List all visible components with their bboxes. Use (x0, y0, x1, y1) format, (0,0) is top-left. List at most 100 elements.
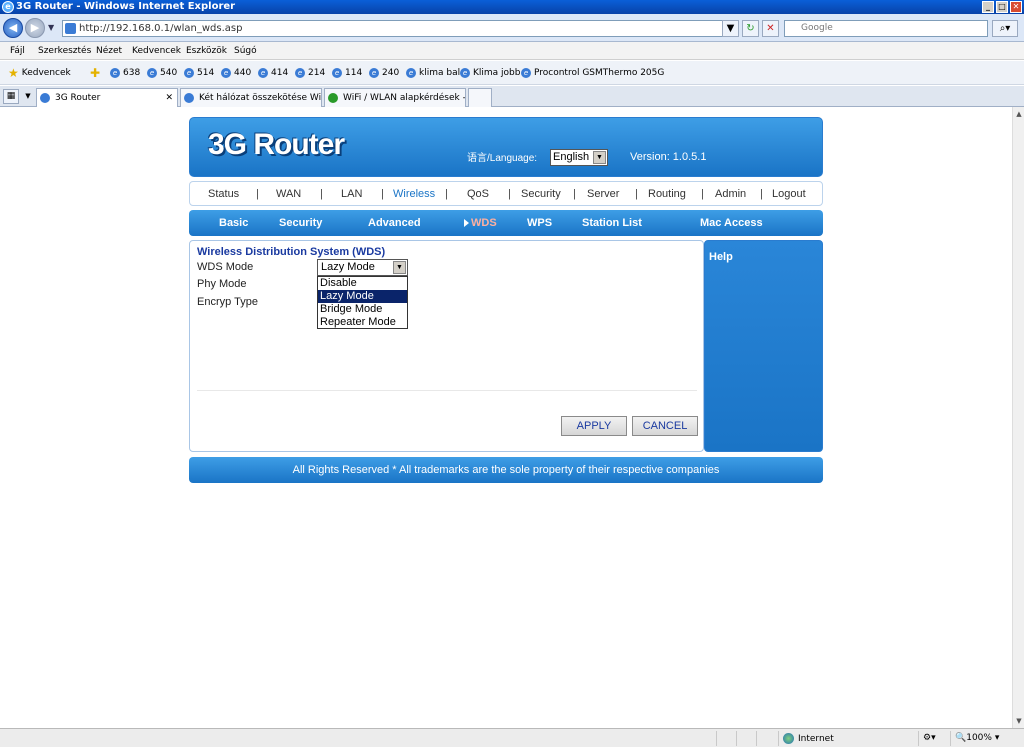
favorite-link[interactable]: e 114 (332, 61, 362, 85)
wireless-subnav: Basic Security Advanced WDS WPS Station … (189, 210, 823, 236)
router-logo: 3G Router (208, 128, 345, 161)
nav-wan[interactable]: WAN (276, 188, 301, 200)
address-input[interactable]: http://192.168.0.1/wlan_wds.asp (62, 20, 736, 37)
subnav-station-list[interactable]: Station List (582, 217, 642, 229)
subnav-wps[interactable]: WPS (527, 217, 552, 229)
quick-tabs-icon[interactable]: ▦ (3, 89, 19, 104)
subnav-wds[interactable]: WDS (471, 217, 497, 229)
zoom-control[interactable]: 🔍100% ▾ (950, 731, 1010, 746)
address-toolbar: ◀ ▶ ▼ http://192.168.0.1/wlan_wds.asp ▼ … (0, 14, 1024, 42)
favorite-link[interactable]: e Klima jobb (460, 61, 520, 85)
main-nav: Status | WAN | LAN | Wireless | QoS | Se… (189, 181, 823, 206)
favorite-link[interactable]: e 214 (295, 61, 325, 85)
nav-lan[interactable]: LAN (341, 188, 362, 200)
ie-page-icon (40, 93, 50, 103)
ie-page-icon: e (147, 68, 157, 78)
tab-3g-router[interactable]: 3G Router ✕ (36, 88, 178, 107)
ie-page-icon: e (221, 68, 231, 78)
status-bar: Internet ⚙▾ 🔍100% ▾ (0, 728, 1024, 747)
wds-form-panel: Wireless Distribution System (WDS) WDS M… (189, 240, 704, 452)
tab-bar: ▦ ▼ 3G Router ✕ Két hálózat összekötése W… (0, 86, 1024, 107)
zone-indicator[interactable]: Internet (778, 731, 834, 746)
favorite-link[interactable]: e 638 (110, 61, 140, 85)
favorite-link[interactable]: e 240 (369, 61, 399, 85)
ie-page-icon: e (406, 68, 416, 78)
nav-routing[interactable]: Routing (648, 188, 686, 200)
wds-mode-select[interactable]: Lazy Mode ▼ (317, 259, 408, 276)
language-label: 语言/Language: (467, 153, 538, 164)
wds-mode-label: WDS Mode (197, 261, 254, 273)
menu-file[interactable]: Fájl (10, 42, 25, 60)
subnav-security[interactable]: Security (279, 217, 322, 229)
menu-favorites[interactable]: Kedvencek (132, 42, 181, 60)
globe-icon (783, 733, 794, 744)
menu-edit[interactable]: Szerkesztés (38, 42, 91, 60)
address-dropdown-icon[interactable]: ▼ (722, 20, 739, 37)
favorite-link[interactable]: e 414 (258, 61, 288, 85)
tab-wifi-basics[interactable]: WiFi / WLAN alapkérdések - ... (324, 88, 466, 107)
ie-page-icon: e (460, 68, 470, 78)
add-favorite-icon[interactable]: ✚ (90, 61, 100, 85)
favorite-link[interactable]: e 514 (184, 61, 214, 85)
minimize-button[interactable]: _ (982, 1, 994, 13)
tab-list-icon[interactable]: ▼ (22, 89, 34, 104)
help-panel: Help (704, 240, 823, 452)
apply-button[interactable]: APPLY (561, 416, 627, 436)
ie-page-icon: e (521, 68, 531, 78)
subnav-basic[interactable]: Basic (219, 217, 248, 229)
new-tab-button[interactable] (468, 88, 492, 107)
stop-icon[interactable]: ✕ (762, 20, 779, 37)
wds-option-repeater-mode[interactable]: Repeater Mode (318, 316, 407, 329)
nav-admin[interactable]: Admin (715, 188, 746, 200)
favorite-link[interactable]: e Procontrol GSMThermo 205G (521, 61, 664, 85)
divider (197, 390, 697, 391)
close-button[interactable]: ✕ (1010, 1, 1022, 13)
menu-view[interactable]: Nézet (96, 42, 122, 60)
help-title: Help (709, 251, 733, 263)
subnav-advanced[interactable]: Advanced (368, 217, 421, 229)
scroll-down-icon[interactable]: ▼ (1014, 716, 1024, 726)
nav-server[interactable]: Server (587, 188, 619, 200)
ie-page-icon: e (110, 68, 120, 78)
nav-logout[interactable]: Logout (772, 188, 806, 200)
wds-option-lazy-mode[interactable]: Lazy Mode (318, 290, 407, 303)
phy-mode-label: Phy Mode (197, 278, 247, 290)
back-button[interactable]: ◀ (3, 18, 23, 38)
menu-tools[interactable]: Eszközök (186, 42, 227, 60)
chevron-down-icon: ▼ (393, 261, 406, 274)
maximize-button[interactable]: □ (996, 1, 1008, 13)
menu-help[interactable]: Súgó (234, 42, 257, 60)
nav-security[interactable]: Security (521, 188, 561, 200)
forward-button[interactable]: ▶ (25, 18, 45, 38)
firmware-version: Version: 1.0.5.1 (630, 151, 707, 163)
refresh-icon[interactable]: ↻ (742, 20, 759, 37)
menu-bar: Fájl Szerkesztés Nézet Kedvencek Eszközö… (0, 42, 1024, 60)
zoom-icon: 🔍 (955, 733, 967, 743)
wds-option-bridge-mode[interactable]: Bridge Mode (318, 303, 407, 316)
language-select[interactable]: English ▼ (550, 149, 608, 166)
star-icon: ★ (8, 66, 19, 80)
scroll-up-icon[interactable]: ▲ (1014, 109, 1024, 119)
ie-page-icon: e (369, 68, 379, 78)
subnav-mac-access[interactable]: Mac Access (700, 217, 763, 229)
page-icon (328, 93, 338, 103)
page-icon (65, 23, 76, 34)
ie-icon: e (2, 1, 14, 13)
favorite-link[interactable]: e 540 (147, 61, 177, 85)
nav-qos[interactable]: QoS (467, 188, 489, 200)
favorite-link[interactable]: e 440 (221, 61, 251, 85)
tab-wifi-network[interactable]: Két hálózat összekötése WiF... (180, 88, 322, 107)
nav-wireless[interactable]: Wireless (393, 188, 435, 200)
favorites-button[interactable]: ★ Kedvencek (8, 61, 71, 85)
close-tab-icon[interactable]: ✕ (165, 89, 173, 107)
ie-page-icon (184, 93, 194, 103)
recent-pages-icon[interactable]: ▼ (48, 23, 54, 32)
cancel-button[interactable]: CANCEL (632, 416, 698, 436)
search-input[interactable]: Google (784, 20, 988, 37)
protected-mode-icon[interactable]: ⚙▾ (918, 731, 936, 746)
wds-option-disable[interactable]: Disable (318, 277, 407, 290)
nav-status[interactable]: Status (208, 188, 239, 200)
vertical-scrollbar[interactable]: ▲ ▼ (1012, 107, 1024, 728)
search-icon[interactable]: ⌕▾ (992, 20, 1018, 37)
favorite-link[interactable]: e klima bal (406, 61, 460, 85)
